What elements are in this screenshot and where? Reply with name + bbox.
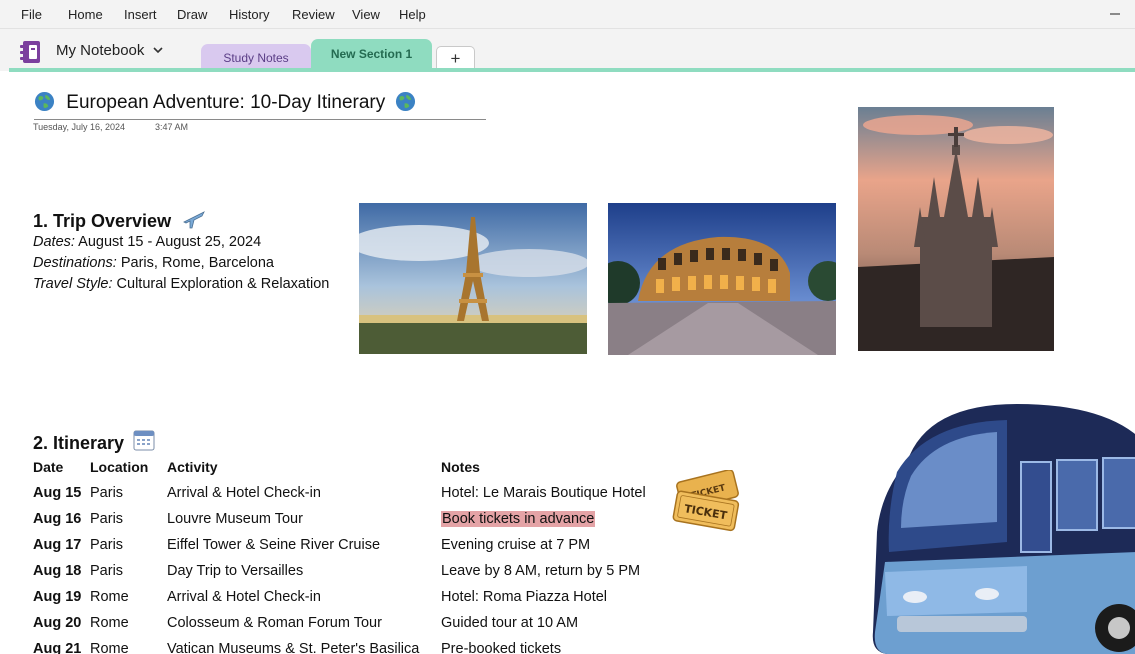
row-location: Paris: [90, 511, 124, 527]
destinations-label: Destinations:: [33, 255, 117, 271]
menu-history[interactable]: History: [229, 7, 269, 22]
airplane-icon: [183, 211, 205, 229]
overview-destinations: Destinations: Paris, Rome, Barcelona: [33, 255, 274, 271]
row-date: Aug 19: [33, 589, 82, 605]
chevron-down-icon[interactable]: [153, 45, 163, 55]
colosseum-photo[interactable]: [608, 203, 836, 355]
page-date: Tuesday, July 16, 2024: [33, 122, 126, 132]
page-title-text: European Adventure: 10-Day Itinerary: [66, 92, 386, 113]
dates-label: Dates:: [33, 234, 75, 250]
minimize-icon[interactable]: [1105, 4, 1125, 24]
overview-style: Travel Style: Cultural Exploration & Rel…: [33, 276, 329, 292]
row-notes: Hotel: Roma Piazza Hotel: [441, 589, 608, 605]
table-row[interactable]: Aug 16 Paris Louvre Museum Tour Book tic…: [33, 511, 733, 537]
style-value: Cultural Exploration & Relaxation: [116, 276, 330, 292]
row-activity: Eiffel Tower & Seine River Cruise: [167, 537, 381, 553]
row-notes: Leave by 8 AM, return by 5 PM: [441, 563, 641, 579]
dates-value: August 15 - August 25, 2024: [78, 234, 262, 250]
row-activity: Vatican Museums & St. Peter's Basilica: [167, 641, 420, 654]
tab-study-notes[interactable]: Study Notes: [201, 44, 311, 71]
row-date: Aug 21: [33, 641, 82, 654]
table-row[interactable]: Aug 20 Rome Colosseum & Roman Forum Tour…: [33, 615, 733, 641]
table-row[interactable]: Aug 19 Rome Arrival & Hotel Check-in Hot…: [33, 589, 733, 615]
tab-new-section-1[interactable]: New Section 1: [311, 39, 432, 71]
row-location: Paris: [90, 485, 124, 501]
col-header-location: Location: [90, 459, 149, 475]
overview-heading-text: 1. Trip Overview: [33, 211, 172, 231]
row-date: Aug 15: [33, 485, 82, 501]
globe-icon: [395, 91, 415, 112]
row-notes: Evening cruise at 7 PM: [441, 537, 591, 553]
notebook-name[interactable]: My Notebook: [56, 42, 144, 59]
page-canvas[interactable]: European Adventure: 10-Day Itinerary Tue…: [9, 72, 1135, 654]
row-location: Rome: [90, 589, 129, 605]
table-row[interactable]: Aug 21 Rome Vatican Museums & St. Peter'…: [33, 641, 733, 654]
row-location: Paris: [90, 563, 124, 579]
notebook-bar: My Notebook Study Notes New Section 1 +: [0, 29, 1135, 71]
overview-dates: Dates: August 15 - August 25, 2024: [33, 234, 261, 250]
menu-home[interactable]: Home: [68, 7, 103, 22]
row-date: Aug 18: [33, 563, 82, 579]
row-activity: Louvre Museum Tour: [167, 511, 303, 527]
row-activity: Arrival & Hotel Check-in: [167, 485, 321, 501]
row-notes-highlighted: Book tickets in advance: [441, 511, 596, 527]
row-date: Aug 17: [33, 537, 82, 553]
sagrat-cor-church-photo[interactable]: [858, 107, 1054, 351]
row-location: Rome: [90, 615, 129, 631]
page-title-area[interactable]: European Adventure: 10-Day Itinerary: [34, 91, 486, 120]
calendar-icon: [133, 430, 155, 451]
globe-icon: [34, 91, 55, 112]
col-header-activity: Activity: [167, 459, 218, 475]
destinations-value: Paris, Rome, Barcelona: [120, 255, 274, 271]
row-notes: Guided tour at 10 AM: [441, 615, 579, 631]
row-activity: Colosseum & Roman Forum Tour: [167, 615, 382, 631]
col-header-notes: Notes: [441, 459, 480, 475]
row-date: Aug 20: [33, 615, 82, 631]
itinerary-heading-text: 2. Itinerary: [33, 433, 125, 453]
overview-heading: 1. Trip Overview: [33, 208, 206, 232]
menu-view[interactable]: View: [352, 7, 380, 22]
col-header-date: Date: [33, 459, 64, 475]
row-activity: Day Trip to Versailles: [167, 563, 304, 579]
menu-file[interactable]: File: [21, 7, 42, 22]
menu-insert[interactable]: Insert: [124, 7, 157, 22]
page-time: 3:47 AM: [155, 122, 189, 132]
row-notes: Hotel: Le Marais Boutique Hotel: [441, 485, 646, 501]
row-notes: Pre-booked tickets: [441, 641, 562, 654]
style-label: Travel Style:: [33, 276, 113, 292]
add-section-button[interactable]: +: [436, 46, 475, 70]
table-row[interactable]: Aug 18 Paris Day Trip to Versailles Leav…: [33, 563, 733, 589]
page-title[interactable]: European Adventure: 10-Day Itinerary: [34, 91, 416, 114]
eiffel-tower-photo[interactable]: [359, 203, 587, 354]
table-row[interactable]: Aug 15 Paris Arrival & Hotel Check-in Ho…: [33, 485, 733, 511]
row-date: Aug 16: [33, 511, 82, 527]
menu-help[interactable]: Help: [399, 7, 426, 22]
notebook-icon[interactable]: [20, 40, 42, 64]
row-location: Paris: [90, 537, 124, 553]
menu-draw[interactable]: Draw: [177, 7, 207, 22]
menu-bar: File Home Insert Draw History Review Vie…: [0, 0, 1135, 29]
ticket-sticker[interactable]: TICKET TICKET: [667, 470, 745, 534]
row-location: Rome: [90, 641, 129, 654]
menu-review[interactable]: Review: [292, 7, 335, 22]
tour-bus-illustration[interactable]: [867, 402, 1135, 654]
table-row[interactable]: Aug 17 Paris Eiffel Tower & Seine River …: [33, 537, 733, 563]
row-activity: Arrival & Hotel Check-in: [167, 589, 321, 605]
itinerary-heading: 2. Itinerary: [33, 429, 155, 454]
